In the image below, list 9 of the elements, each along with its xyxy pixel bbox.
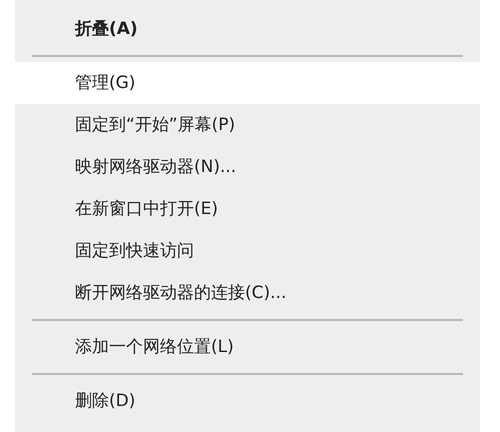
menu-item[interactable]: 映射网络驱动器(N)... xyxy=(15,146,480,188)
menu-item[interactable]: 在新窗口中打开(E) xyxy=(15,188,480,230)
menu-item[interactable]: 固定到快速访问 xyxy=(15,230,480,272)
menu-item[interactable]: 折叠(A) xyxy=(15,8,480,50)
menu-item[interactable]: 管理(G) xyxy=(15,62,480,104)
menu-item[interactable]: 添加一个网络位置(L) xyxy=(15,326,480,368)
menu-item[interactable]: 删除(D) xyxy=(15,380,480,422)
menu-item[interactable]: 断开网络驱动器的连接(C)... xyxy=(15,272,480,314)
menu-item[interactable]: 固定到“开始”屏幕(P) xyxy=(15,104,480,146)
